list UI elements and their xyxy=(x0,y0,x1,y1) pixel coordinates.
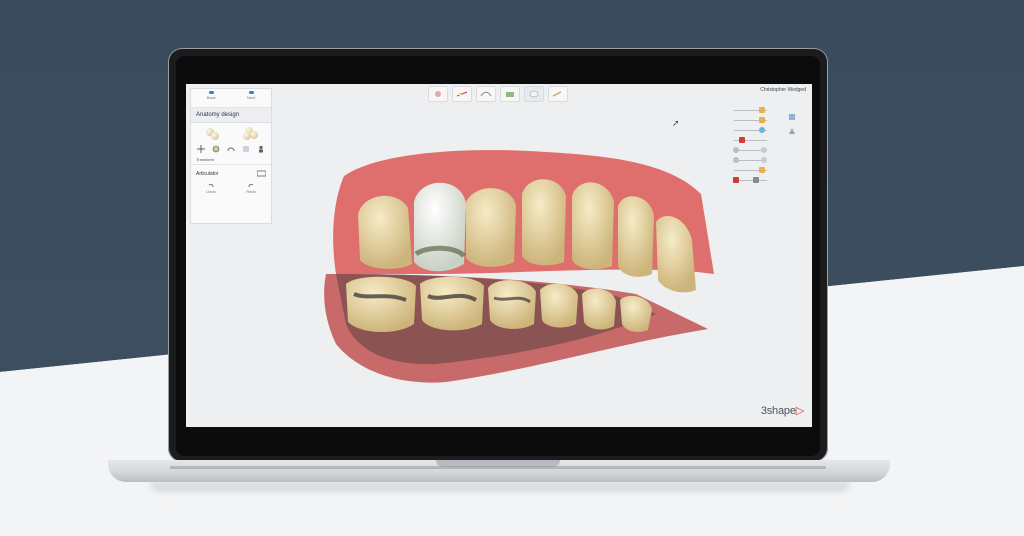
bridge-tool[interactable] xyxy=(476,86,496,102)
scale-tool-icon[interactable] xyxy=(211,144,220,153)
nav-buttons: Back Next xyxy=(191,89,271,108)
slider-knob[interactable] xyxy=(759,167,765,173)
bridge-icon xyxy=(480,91,492,97)
lower-teeth xyxy=(346,276,652,333)
articulator-label: Articulator xyxy=(196,170,219,177)
slider-row[interactable] xyxy=(731,176,775,186)
slider-knob[interactable] xyxy=(761,147,767,153)
slider-knob[interactable] xyxy=(759,127,765,133)
articulator-section[interactable]: Articulator xyxy=(191,164,271,180)
rotate-tool-icon[interactable] xyxy=(226,144,235,153)
slider-row[interactable] xyxy=(731,136,775,146)
anatomy-icon xyxy=(506,92,514,97)
slider-knob[interactable] xyxy=(759,117,765,123)
view-icons xyxy=(788,108,796,134)
insertion-tool[interactable] xyxy=(452,86,472,102)
slider-knob[interactable] xyxy=(733,157,739,163)
slider-row[interactable] xyxy=(731,146,775,156)
visibility-sliders xyxy=(731,106,775,186)
crown-icon xyxy=(529,90,539,98)
transform-label: Transform xyxy=(196,157,215,162)
panel-title: Anatomy design xyxy=(191,108,271,123)
single-tooth-option[interactable] xyxy=(204,127,220,140)
app-screen: Back Next Anatomy design Transform Artic… xyxy=(186,84,812,427)
undo-label: Undo xyxy=(206,189,216,194)
slider-row[interactable] xyxy=(731,116,775,126)
laptop-keyboard-edge xyxy=(170,466,826,469)
sculpt-tool[interactable] xyxy=(548,86,568,102)
dental-3d-model xyxy=(324,150,714,383)
margin-line-icon xyxy=(435,91,441,97)
back-label: Back xyxy=(206,95,216,100)
redo-button[interactable]: Redo xyxy=(246,183,256,194)
person-tool-icon[interactable] xyxy=(257,144,266,153)
next-button[interactable]: Next xyxy=(247,89,255,107)
back-button[interactable]: Back xyxy=(207,89,216,107)
articulator-icon xyxy=(257,170,266,177)
laptop-shadow xyxy=(150,482,850,492)
slider-row[interactable] xyxy=(731,126,775,136)
undo-redo-row: Undo Redo xyxy=(191,180,271,197)
redo-label: Redo xyxy=(246,189,256,194)
user-name: Christopher Wedged xyxy=(760,87,806,93)
slider-knob[interactable] xyxy=(733,177,739,183)
workflow-panel: Back Next Anatomy design Transform Artic… xyxy=(190,88,272,224)
layers-icon[interactable] xyxy=(788,108,796,120)
slider-knob[interactable] xyxy=(739,137,745,143)
undo-button[interactable]: Undo xyxy=(206,183,216,194)
slider-row[interactable] xyxy=(731,156,775,166)
anatomy-options xyxy=(191,123,271,142)
designed-crown xyxy=(414,182,466,272)
insertion-icon xyxy=(456,91,468,97)
multi-tooth-option[interactable] xyxy=(242,127,258,140)
margin-line-tool[interactable] xyxy=(428,86,448,102)
model-view-icon[interactable] xyxy=(788,122,796,134)
undo-icon xyxy=(208,183,214,188)
anatomy-tool[interactable] xyxy=(500,86,520,102)
arrow-right-icon xyxy=(248,91,254,94)
next-label: Next xyxy=(247,95,256,100)
brand-logo: 3shape▷ xyxy=(760,405,804,417)
top-toolbar xyxy=(414,86,582,102)
slider-knob[interactable] xyxy=(759,107,765,113)
slider-row[interactable] xyxy=(731,166,775,176)
slider-knob[interactable] xyxy=(733,147,739,153)
move-tool-icon[interactable] xyxy=(196,144,205,153)
slider-row[interactable] xyxy=(731,106,775,116)
redo-icon xyxy=(248,183,254,188)
slider-knob[interactable] xyxy=(761,157,767,163)
adjust-tool-icon[interactable] xyxy=(242,144,251,153)
crown-tool[interactable] xyxy=(524,86,544,102)
arrow-left-icon xyxy=(208,91,214,94)
transform-tools xyxy=(191,142,271,155)
sculpt-icon xyxy=(552,91,562,97)
slider-knob[interactable] xyxy=(753,177,759,183)
